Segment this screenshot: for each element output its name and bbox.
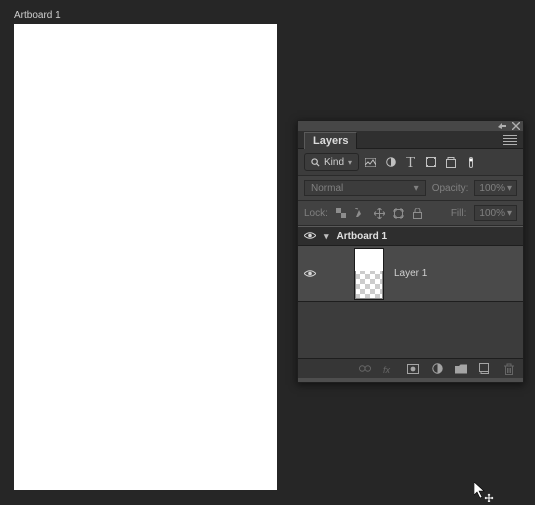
artboard-row[interactable]: ▾ Artboard 1 [298, 226, 523, 246]
layer-name: Layer 1 [394, 268, 427, 279]
fill-label: Fill: [451, 208, 467, 219]
panel-resize-grip[interactable] [298, 378, 523, 382]
move-cursor-icon [474, 482, 492, 500]
visibility-icon[interactable] [304, 269, 316, 279]
filter-adjustment-icon[interactable] [385, 157, 396, 168]
fill-value: 100% [479, 208, 505, 219]
opacity-input[interactable]: 100% ▾ [474, 180, 517, 196]
layer-row[interactable]: Layer 1 [298, 246, 523, 302]
filter-kind-dropdown[interactable]: Kind ▾ [304, 153, 359, 171]
layer-mask-icon[interactable] [407, 363, 419, 375]
lock-transparent-icon[interactable] [336, 208, 347, 219]
filter-type-icon[interactable] [405, 157, 416, 168]
layer-fx-icon[interactable]: fx [383, 363, 395, 375]
lock-artboard-icon[interactable] [393, 208, 404, 219]
delete-layer-icon[interactable] [503, 363, 515, 375]
artboard-canvas[interactable] [14, 24, 277, 490]
collapse-icon[interactable] [498, 122, 506, 130]
lock-label: Lock: [304, 208, 328, 219]
chevron-down-icon: ▾ [507, 208, 512, 219]
panel-titlebar[interactable] [298, 121, 523, 131]
twisty-icon[interactable]: ▾ [324, 231, 329, 242]
svg-text:fx: fx [383, 365, 391, 374]
lock-image-icon[interactable] [355, 208, 366, 219]
layer-filter-row: Kind ▾ [298, 149, 523, 176]
filter-smartobject-icon[interactable] [445, 157, 456, 168]
adjustment-layer-icon[interactable] [431, 363, 443, 375]
layers-panel: Layers Kind ▾ Normal ▾ Opacity: 100% ▾ [297, 120, 524, 383]
artboard-name: Artboard 1 [337, 231, 388, 242]
filter-kind-label: Kind [324, 157, 344, 168]
lock-all-icon[interactable] [412, 208, 423, 219]
link-layers-icon[interactable] [359, 363, 371, 375]
tab-layers[interactable]: Layers [304, 132, 357, 149]
opacity-value: 100% [479, 183, 505, 194]
blend-mode-value: Normal [311, 183, 343, 194]
layer-thumbnail[interactable] [354, 248, 384, 300]
close-icon[interactable] [512, 122, 520, 130]
chevron-down-icon: ▾ [414, 183, 419, 194]
panel-bottom-bar: fx [298, 358, 523, 378]
lock-row: Lock: Fill: 100% ▾ [298, 201, 523, 226]
artboard-title: Artboard 1 [14, 10, 61, 21]
opacity-label: Opacity: [432, 183, 469, 194]
chevron-down-icon: ▾ [348, 158, 352, 167]
blend-mode-dropdown[interactable]: Normal ▾ [304, 180, 426, 196]
lock-position-icon[interactable] [374, 208, 385, 219]
panel-tabbar: Layers [298, 131, 523, 149]
fill-input[interactable]: 100% ▾ [474, 205, 517, 221]
filter-pixel-icon[interactable] [365, 157, 376, 168]
layer-tree: ▾ Artboard 1 Layer 1 [298, 226, 523, 358]
filter-shape-icon[interactable] [425, 157, 436, 168]
layer-tree-empty[interactable] [298, 302, 523, 358]
new-layer-icon[interactable] [479, 363, 491, 375]
blend-row: Normal ▾ Opacity: 100% ▾ [298, 176, 523, 201]
panel-menu-icon[interactable] [503, 135, 517, 145]
visibility-icon[interactable] [304, 231, 316, 241]
group-icon[interactable] [455, 363, 467, 375]
filter-toggle-icon[interactable] [465, 157, 476, 168]
chevron-down-icon: ▾ [507, 183, 512, 194]
